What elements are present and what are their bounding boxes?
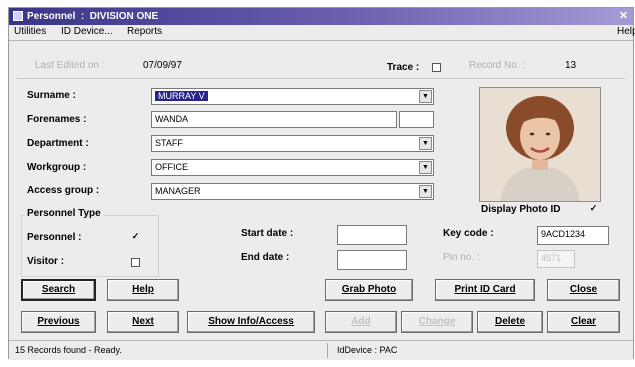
show-info-access-button-label: Show Info/Access [208,316,294,327]
display-photo-label: Display Photo ID [481,204,561,215]
workgroup-label: Workgroup : [27,162,87,173]
forenames-label: Forenames : [27,114,87,125]
department-value: STAFF [155,138,183,148]
close-button[interactable]: Close [547,279,620,301]
key-code-label: Key code : [443,228,494,239]
surname-combo[interactable]: MURRAY V ▼ [151,88,434,105]
person-photo [479,87,601,202]
chevron-down-icon[interactable]: ▼ [419,185,432,198]
record-no-label: Record No. : [469,60,526,71]
next-button[interactable]: Next [107,311,179,333]
personnel-window: Personnel : DIVISION ONE ✕ Utilities ID … [8,7,635,360]
print-id-card-button[interactable]: Print ID Card [435,279,535,301]
status-records: 15 Records found - Ready. [15,345,122,355]
personnel-type-label: Personnel Type [25,208,103,219]
forenames-value: WANDA [155,114,189,124]
display-photo-checkbox[interactable]: ✓ [589,204,598,214]
access-group-combo[interactable]: MANAGER ▼ [151,183,434,200]
search-button-label: Search [41,284,76,295]
surname-value: MURRAY V [155,91,208,101]
status-device: IdDevice : PAC [337,345,398,355]
delete-button[interactable]: Delete [477,311,543,333]
chevron-down-icon[interactable]: ▼ [419,161,432,174]
close-button-label: Close [569,284,598,295]
last-edited-label: Last Edited on : [35,60,105,71]
department-combo[interactable]: STAFF ▼ [151,135,434,152]
trace-label: Trace : [387,62,420,73]
title-bar[interactable]: Personnel : DIVISION ONE ✕ [9,8,633,25]
record-no-value: 13 [565,60,577,71]
pin-no-field[interactable]: 4571 [537,250,575,268]
menu-help[interactable]: Help [617,26,635,37]
start-date-field[interactable] [337,225,407,245]
initial-field[interactable] [399,111,434,128]
show-info-access-button[interactable]: Show Info/Access [187,311,315,333]
key-code-field[interactable]: 9ACD1234 [537,226,609,245]
personnel-checkbox[interactable]: ✓ [131,232,140,242]
search-button[interactable]: Search [21,279,96,301]
add-button-label: Add [351,316,371,327]
surname-label: Surname : [27,90,76,101]
workgroup-value: OFFICE [155,162,188,172]
grab-photo-button[interactable]: Grab Photo [325,279,413,301]
add-button[interactable]: Add [325,311,397,333]
department-label: Department : [27,138,89,149]
access-group-label: Access group : [27,185,100,196]
chevron-down-icon[interactable]: ▼ [419,90,432,103]
close-icon[interactable]: ✕ [617,10,630,22]
forenames-field[interactable]: WANDA [151,111,397,128]
pin-no-label: Pin no. : [443,252,480,263]
trace-checkbox[interactable] [432,63,441,72]
help-button-label: Help [132,284,154,295]
change-button-label: Change [418,316,456,327]
change-button[interactable]: Change [401,311,473,333]
app-icon [13,11,23,21]
status-bar: 15 Records found - Ready. IdDevice : PAC [9,340,633,360]
help-button[interactable]: Help [107,279,179,301]
print-id-card-button-label: Print ID Card [454,284,516,295]
end-date-label: End date : [241,252,290,263]
menu-bar: Utilities ID Device... Reports Help [9,25,635,41]
menu-reports[interactable]: Reports [127,26,162,37]
clear-button[interactable]: Clear [547,311,620,333]
header-divider [17,78,625,79]
portrait-image [480,88,600,201]
visitor-label: Visitor : [27,256,65,267]
grab-photo-button-label: Grab Photo [341,284,397,295]
personnel-label: Personnel : [27,232,82,243]
clear-button-label: Clear [570,316,596,327]
menu-id-device[interactable]: ID Device... [61,26,113,37]
key-code-value: 9ACD1234 [541,229,586,239]
workgroup-combo[interactable]: OFFICE ▼ [151,159,434,176]
visitor-checkbox[interactable] [131,258,140,267]
personnel-type-group [21,215,159,277]
chevron-down-icon[interactable]: ▼ [419,137,432,150]
pin-no-value: 4571 [541,253,562,263]
start-date-label: Start date : [241,228,294,239]
menu-utilities[interactable]: Utilities [14,26,46,37]
last-edited-value: 07/09/97 [143,60,182,71]
window-title: Personnel : DIVISION ONE [27,11,159,22]
access-group-value: MANAGER [155,186,201,196]
next-button-label: Next [132,316,154,327]
previous-button[interactable]: Previous [21,311,96,333]
previous-button-label: Previous [37,316,80,327]
status-divider [327,343,328,358]
end-date-field[interactable] [337,250,407,270]
delete-button-label: Delete [494,316,525,327]
